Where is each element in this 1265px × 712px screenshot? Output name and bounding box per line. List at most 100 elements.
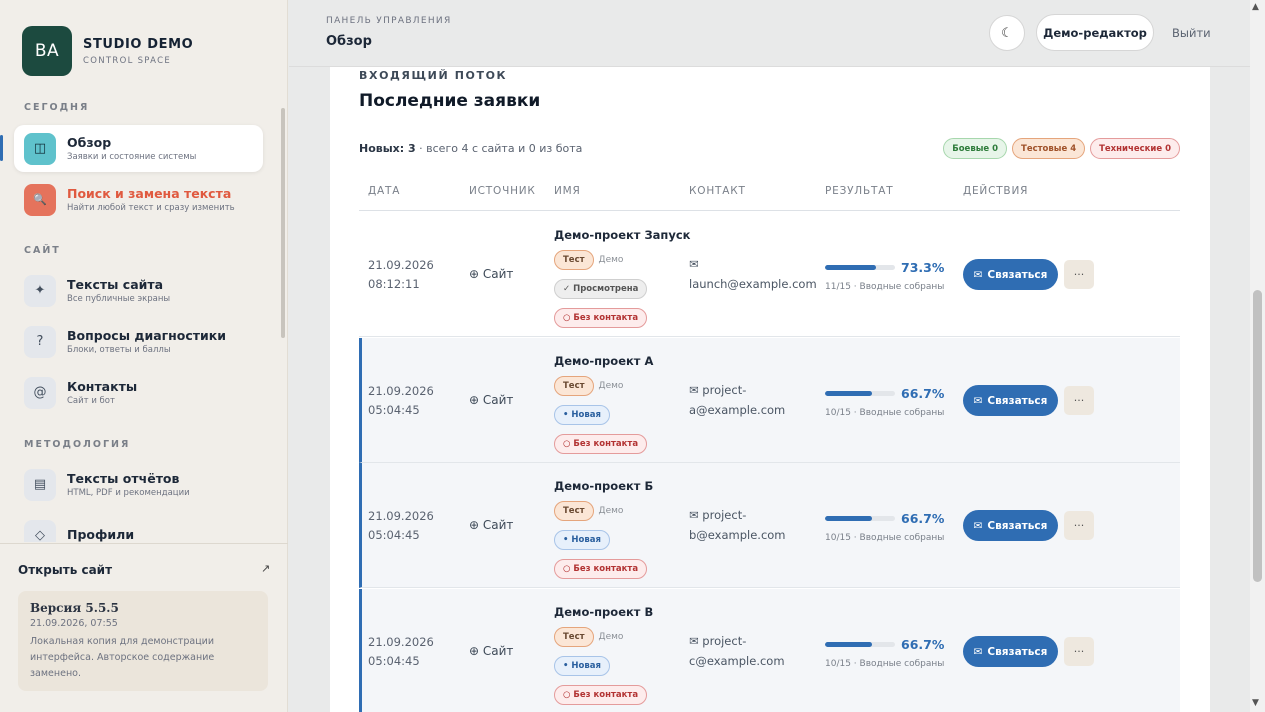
mail-icon: ✉ [689, 634, 699, 648]
progress-fill [825, 265, 877, 270]
sidebar-item-title: Поиск и замена текста [67, 186, 232, 201]
sidebar-item-subtitle: Найти любой текст и сразу изменить [67, 203, 235, 213]
logout-link[interactable]: Выйти [1172, 26, 1211, 40]
contact-button[interactable]: ✉ Связаться [963, 636, 1058, 667]
sidebar-item-title: Контакты [67, 379, 138, 394]
table-row[interactable]: 21.09.2026 05:04:45 ⊕ Сайт Демо-проект А Тес… [359, 338, 1180, 463]
row-date: 21.09.2026 05:04:45 [368, 633, 434, 671]
page-title: Обзор [326, 34, 372, 49]
column-header-date: ДАТА [368, 185, 401, 197]
progress-bar [825, 642, 895, 647]
row-source-label: Сайт [482, 393, 514, 407]
ellipsis-icon: ··· [1073, 268, 1085, 281]
counter-badges: Боевые 0 Тестовые 4 Технические 0 [943, 138, 1180, 159]
sidebar-item-title: Обзор [67, 135, 112, 150]
summary-rest: · всего 4 с сайта и 0 из бота [415, 142, 583, 155]
column-header-actions: ДЕЙСТВИЯ [963, 185, 1029, 197]
brand-subtitle: CONTROL SPACE [83, 55, 172, 66]
globe-icon: ⊕ [469, 393, 480, 407]
badge-tech[interactable]: Технические 0 [1090, 138, 1180, 159]
mail-icon: ✉ [689, 508, 699, 522]
scroll-up-icon[interactable]: ▲ [1252, 2, 1259, 12]
progress-fill [825, 516, 872, 521]
tag-test: Тест [554, 501, 594, 521]
mail-icon: ✉ [973, 645, 983, 658]
contact-button[interactable]: ✉ Связаться [963, 259, 1058, 290]
badge-test[interactable]: Тестовые 4 [1012, 138, 1086, 159]
status-badge: • Новая [554, 405, 610, 425]
more-actions-button[interactable]: ··· [1064, 637, 1094, 666]
table-row[interactable]: 21.09.2026 05:04:45 ⊕ Сайт Демо-проект В Тес… [359, 589, 1180, 712]
section-today: СЕГОДНЯ [24, 102, 90, 113]
sidebar-item-search-replace[interactable]: 🔍 Поиск и замена текста Найти любой текс… [14, 176, 263, 223]
tag-demo: Демо [598, 255, 624, 265]
row-result: 66.7% 10/15 · Вводные собраны [825, 508, 944, 543]
result-note: 10/15 · Вводные собраны [825, 533, 945, 543]
brand-logo: BA [22, 26, 72, 76]
page-scrollbar-thumb[interactable] [1253, 290, 1262, 582]
search-icon: 🔍 [24, 183, 56, 216]
contact-button-label: Связаться [987, 268, 1048, 281]
grid-icon: ◫ [24, 132, 56, 165]
row-date: 21.09.2026 05:04:45 [368, 382, 434, 420]
row-email[interactable]: project-b@example.com [689, 508, 786, 542]
sidebar-item-site-texts[interactable]: ✦ Тексты сайта Все публичные экраны [14, 267, 263, 314]
sidebar-item-title: Тексты сайта [67, 277, 164, 292]
tag-test: Тест [554, 250, 594, 270]
sidebar-item-report-texts[interactable]: ▤ Тексты отчётов HTML, PDF и рекомендаци… [14, 461, 263, 508]
row-email[interactable]: project-a@example.com [689, 383, 785, 417]
theme-toggle-button[interactable]: ☾ [989, 15, 1025, 51]
badge-live[interactable]: Боевые 0 [943, 138, 1008, 159]
row-email[interactable]: launch@example.com [689, 277, 817, 291]
sidebar-item-overview[interactable]: ◫ Обзор Заявки и состояние системы [14, 125, 263, 172]
sidebar-footer: Открыть сайт ↗ Версия 5.5.5 21.09.2026, … [0, 543, 288, 691]
table-header: ДАТА ИСТОЧНИК ИМЯ КОНТАКТ РЕЗУЛЬТАТ ДЕЙС… [359, 175, 1180, 211]
row-name: Демо-проект В [554, 605, 654, 619]
more-actions-button[interactable]: ··· [1064, 260, 1094, 289]
open-site-link[interactable]: Открыть сайт [18, 563, 112, 577]
row-name: Демо-проект Б [554, 479, 654, 493]
diamond-icon: ◇ [24, 519, 56, 542]
external-link-icon[interactable]: ↗ [261, 562, 270, 575]
row-name-cell: Демо-проект А Тест Демо • Новая ○ Без контак… [554, 354, 653, 454]
contact-button[interactable]: ✉ Связаться [963, 385, 1058, 416]
row-contact: ✉ project-a@example.com [689, 380, 817, 420]
tag-demo: Демо [598, 381, 624, 391]
row-date-day: 21.09.2026 [368, 509, 434, 523]
version-date: 21.09.2026, 07:55 [30, 618, 118, 629]
sidebar-item-title: Профили [67, 527, 135, 542]
sidebar-item-subtitle: Сайт и бот [67, 396, 115, 406]
version-card: Версия 5.5.5 21.09.2026, 07:55 Локальная… [18, 591, 268, 691]
column-header-contact: КОНТАКТ [689, 185, 746, 197]
row-source: ⊕ Сайт [469, 518, 513, 532]
brand[interactable]: BA STUDIO DEMO CONTROL SPACE [22, 26, 193, 76]
ellipsis-icon: ··· [1073, 645, 1085, 658]
row-name-cell: Демо-проект В Тест Демо • Новая ○ Без контак… [554, 605, 653, 705]
sidebar-item-subtitle: Все публичные экраны [67, 294, 171, 304]
sidebar-item-diagnostics[interactable]: ? Вопросы диагностики Блоки, ответы и ба… [14, 318, 263, 365]
question-icon: ? [24, 325, 56, 358]
section-methodology: МЕТОДОЛОГИЯ [24, 439, 131, 450]
row-source: ⊕ Сайт [469, 393, 513, 407]
row-email[interactable]: project-c@example.com [689, 634, 785, 668]
row-date-day: 21.09.2026 [368, 384, 434, 398]
scroll-down-icon[interactable]: ▼ [1252, 698, 1259, 708]
table-row[interactable]: 21.09.2026 08:12:11 ⊕ Сайт Демо-проект Запу… [359, 212, 1180, 337]
version-note: Локальная копия для демонстрации интерфе… [30, 636, 215, 679]
sidebar-item-subtitle: HTML, PDF и рекомендации [67, 488, 190, 498]
requests-summary: Новых: 3 · всего 4 с сайта и 0 из бота [359, 142, 582, 155]
summary-new: Новых: 3 [359, 142, 416, 155]
sidebar-scrollbar[interactable] [281, 108, 285, 338]
user-button[interactable]: Демо-редактор [1036, 14, 1154, 51]
contact-button[interactable]: ✉ Связаться [963, 510, 1058, 541]
sidebar-item-contacts[interactable]: @ Контакты Сайт и бот [14, 369, 263, 416]
mail-icon: ✉ [973, 268, 983, 281]
table-row[interactable]: 21.09.2026 05:04:45 ⊕ Сайт Демо-проект Б Тес… [359, 463, 1180, 588]
version-title: Версия 5.5.5 [30, 601, 119, 615]
more-actions-button[interactable]: ··· [1064, 386, 1094, 415]
status-badge: • Новая [554, 530, 610, 550]
contact-button-label: Связаться [987, 645, 1048, 658]
sidebar-item-profiles[interactable]: ◇ Профили [14, 512, 263, 542]
more-actions-button[interactable]: ··· [1064, 511, 1094, 540]
sidebar-nav[interactable]: СЕГОДНЯ ◫ Обзор Заявки и состояние систе… [0, 92, 288, 542]
